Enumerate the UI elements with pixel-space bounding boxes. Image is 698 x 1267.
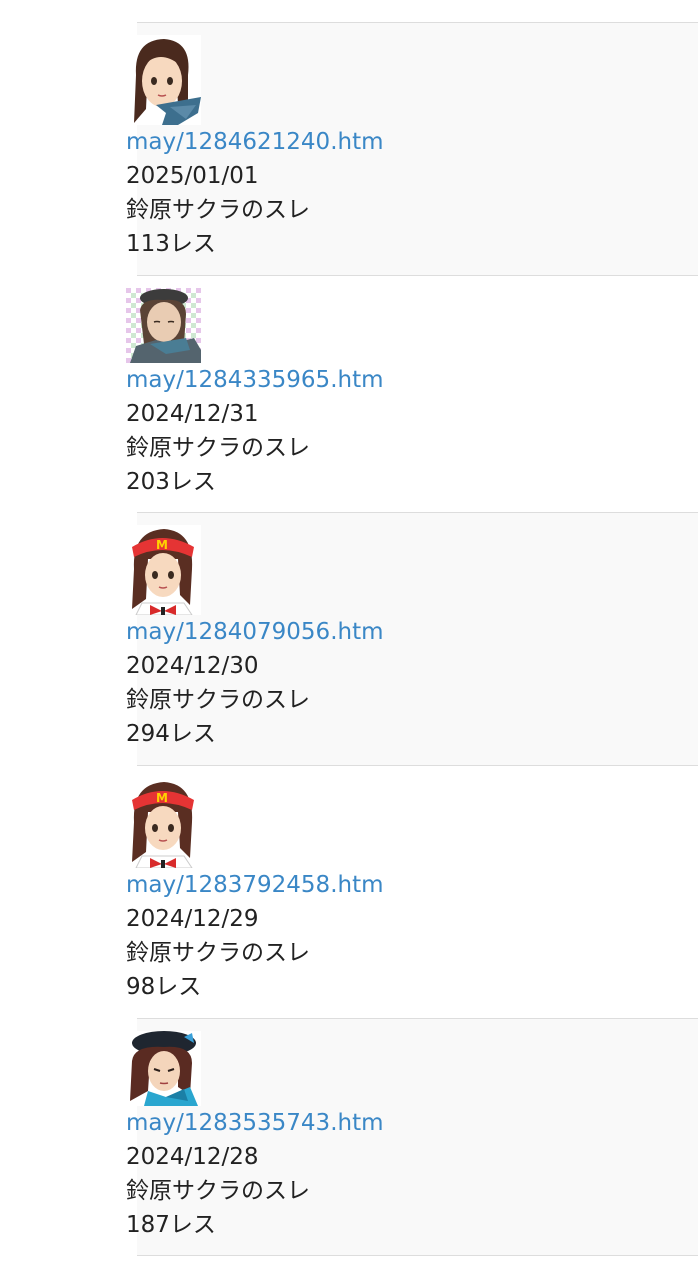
thread-title: 鈴原サクラのスレ: [126, 687, 310, 713]
thread-reply-count: 113レス: [126, 231, 216, 257]
thread-thumbnail[interactable]: [126, 35, 201, 125]
thread-list: may/1284621240.htm 2025/01/01 鈴原サクラのスレ 1…: [0, 0, 698, 1256]
previous-row-stub: [137, 0, 698, 23]
thread-date: 2025/01/01: [126, 163, 259, 189]
thread-row: may/1284621240.htm 2025/01/01 鈴原サクラのスレ 1…: [126, 23, 698, 276]
thread-reply-count: 98レス: [126, 974, 202, 1000]
thread-thumbnail[interactable]: M: [126, 525, 201, 615]
anime-girl-beret-icon: [126, 288, 201, 363]
thread-link[interactable]: may/1284621240.htm: [126, 125, 687, 159]
thread-title: 鈴原サクラのスレ: [126, 435, 310, 461]
anime-girl-scarf-icon: [126, 35, 201, 125]
anime-girl-black-beret-icon: [126, 1031, 201, 1106]
thread-link[interactable]: may/1284335965.htm: [126, 363, 687, 397]
anime-girl-red-visor-icon: M: [126, 778, 201, 868]
thread-reply-count: 294レス: [126, 721, 216, 747]
thread-row: M may/1284079056.htm 2024/12/30 鈴原サクラのスレ…: [126, 513, 698, 766]
thread-thumbnail[interactable]: M: [126, 778, 201, 868]
svg-text:M: M: [156, 791, 168, 805]
thread-row: may/1283535743.htm 2024/12/28 鈴原サクラのスレ 1…: [126, 1019, 698, 1256]
thread-title: 鈴原サクラのスレ: [126, 940, 310, 966]
thread-row: may/1284335965.htm 2024/12/31 鈴原サクラのスレ 2…: [126, 276, 698, 513]
thread-link[interactable]: may/1284079056.htm: [126, 615, 687, 649]
thread-link[interactable]: may/1283535743.htm: [126, 1106, 687, 1140]
thread-row: M may/1283792458.htm 2024/12/29 鈴原サクラのスレ…: [126, 766, 698, 1019]
thread-date: 2024/12/31: [126, 401, 259, 427]
svg-text:M: M: [156, 538, 168, 552]
thread-date: 2024/12/30: [126, 653, 259, 679]
thread-reply-count: 187レス: [126, 1212, 216, 1238]
thread-reply-count: 203レス: [126, 469, 216, 495]
thread-thumbnail[interactable]: [126, 288, 201, 363]
thread-date: 2024/12/29: [126, 906, 259, 932]
thread-date: 2024/12/28: [126, 1144, 259, 1170]
thread-title: 鈴原サクラのスレ: [126, 197, 310, 223]
anime-girl-red-visor-icon: M: [126, 525, 201, 615]
thread-thumbnail[interactable]: [126, 1031, 201, 1106]
thread-link[interactable]: may/1283792458.htm: [126, 868, 687, 902]
thread-title: 鈴原サクラのスレ: [126, 1178, 310, 1204]
